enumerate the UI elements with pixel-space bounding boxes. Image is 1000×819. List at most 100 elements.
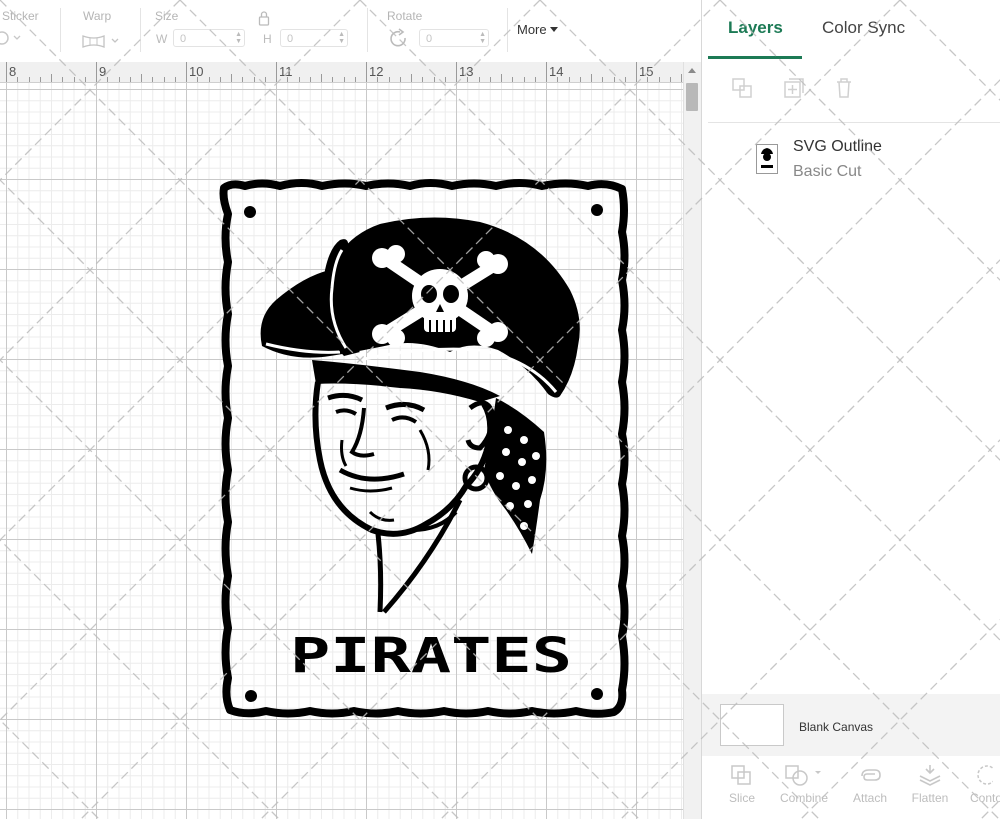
size-group: Size W 0 ▲ ▼ H 0 ▲ ▼ [142,0,362,62]
ruler-tick [411,74,412,82]
height-stepper[interactable]: ▲ ▼ [338,31,345,45]
pirates-word: PIRATES [290,628,572,684]
toolbar-divider [367,8,368,52]
ruler-tick [568,77,570,82]
top-toolbar: Sticker Warp Size W 0 ▲ ▼ H 0 ▲ ▼ Rotate… [0,0,700,63]
ruler-tick [6,62,7,82]
contour-icon [977,765,993,785]
ruler-tick [422,77,424,82]
blank-canvas-label: Blank Canvas [799,720,874,734]
attach-label: Attach [852,791,888,805]
ruler-tick [433,77,435,82]
ruler-tick [579,77,581,82]
duplicate-icon[interactable] [782,76,806,100]
group-icon[interactable] [730,76,754,100]
lock-icon[interactable] [258,10,270,26]
ruler-tick [298,77,300,82]
ruler-number: 11 [279,64,293,79]
panel-divider [708,122,1000,123]
ruler-tick [17,77,19,82]
rotate-label: Rotate [387,9,423,23]
design-canvas[interactable]: PIRATES [0,83,683,819]
caret-down-icon [549,27,558,32]
size-label: Size [155,9,179,23]
scroll-thumb[interactable] [686,83,698,111]
rotate-stepper[interactable]: ▲ ▼ [479,31,486,45]
ruler-number: 10 [189,64,204,79]
ruler-tick [28,77,30,82]
toolbar-divider [507,8,508,52]
combine-button[interactable]: Combine [774,763,834,805]
scroll-up-icon[interactable] [688,68,696,73]
width-value: 0 [180,33,187,45]
ruler-tick [658,77,660,82]
ruler-tick [39,77,41,82]
tack-bottom-left [245,690,257,702]
ruler-tick [624,77,626,82]
sticker-label: Sticker [2,9,39,23]
blank-canvas-swatch[interactable] [720,704,784,746]
ruler-tick [613,77,615,82]
ruler-number: 8 [9,64,17,79]
ruler-tick [287,77,289,82]
warp-icon[interactable] [82,33,124,49]
ruler-tick [354,77,356,82]
tab-layers[interactable]: Layers [728,18,783,38]
sticker-group: Sticker [0,0,60,62]
horizontal-ruler: 8 9 10 11 12 13 14 15 [0,62,683,83]
rotate-value: 0 [426,33,433,45]
ruler-tick [152,77,154,82]
ruler-tick [186,62,187,82]
ruler-tick [219,77,221,82]
width-input[interactable]: 0 ▲ ▼ [173,29,245,47]
tab-color-sync[interactable]: Color Sync [822,18,905,38]
ruler-tick [62,77,64,82]
slice-label: Slice [728,791,755,805]
ruler-tick [264,77,266,82]
ruler-tick [546,62,547,82]
ruler-tick [557,77,559,82]
ruler-tick [534,77,536,82]
ruler-number: 15 [639,64,654,79]
delete-icon[interactable] [832,76,856,100]
slice-button[interactable]: Slice [712,763,772,805]
contour-button[interactable]: Conto [960,763,1000,805]
height-input[interactable]: 0 ▲ ▼ [280,29,348,47]
ruler-tick [141,74,142,82]
ruler-number: 14 [549,64,564,79]
attach-button[interactable]: Attach [840,763,900,805]
width-stepper[interactable]: ▲ ▼ [235,31,242,45]
ruler-tick [197,77,199,82]
ruler-tick [242,77,244,82]
tack-top-right [591,204,603,216]
ruler-number: 9 [99,64,107,79]
ruler-number: 13 [459,64,474,79]
ruler-tick [309,77,311,82]
more-button[interactable]: More [517,22,558,37]
sticker-icon[interactable] [0,30,24,46]
toolbar-divider [140,8,141,52]
ruler-tick [84,77,86,82]
ruler-tick [636,62,637,82]
pirates-artwork[interactable]: PIRATES [0,83,683,819]
flatten-icon [919,765,941,786]
ruler-tick [208,77,210,82]
active-tab-indicator [708,56,802,59]
contour-label: Conto [970,791,1000,805]
flatten-label: Flatten [911,791,949,805]
layer-thumbnail [756,144,778,174]
blank-canvas-row[interactable]: Blank Canvas [702,694,1000,756]
rotate-icon[interactable] [388,28,410,50]
ruler-tick [523,77,525,82]
tack-top-left [244,206,256,218]
ruler-tick [669,77,671,82]
width-letter: W [156,32,168,46]
ruler-tick [174,77,176,82]
ruler-tick [456,62,457,82]
ruler-tick [231,74,232,82]
height-value: 0 [287,33,294,45]
rotate-input[interactable]: 0 ▲ ▼ [419,29,489,47]
vertical-scrollbar[interactable] [683,62,701,819]
layer-item[interactable]: SVG Outline Basic Cut [702,130,1000,190]
flatten-button[interactable]: Flatten [900,763,960,805]
